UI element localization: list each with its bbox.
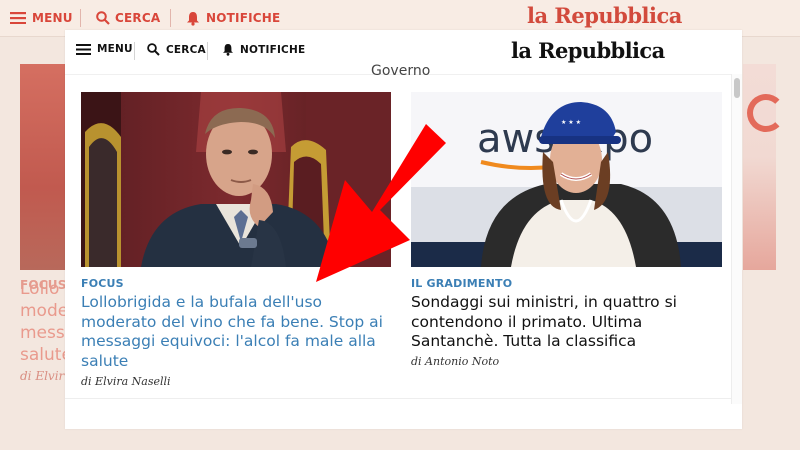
article-1-tag[interactable]: FOCUS <box>81 277 124 290</box>
article-1-photo <box>81 92 391 267</box>
search-button[interactable]: CERCA <box>147 43 206 56</box>
menu-label: MENU <box>97 43 133 55</box>
article-1-image[interactable] <box>81 92 391 267</box>
bell-icon <box>223 44 233 56</box>
header-separator <box>207 42 208 60</box>
bg-separator <box>170 9 171 27</box>
bg-left-title-line: salute <box>20 345 66 365</box>
article-2-title[interactable]: Sondaggi sui ministri, in quattro si con… <box>411 293 711 352</box>
article-1-author: di Elvira Naselli <box>81 375 171 388</box>
article-2-author: di Antonio Noto <box>411 355 500 368</box>
search-label: CERCA <box>166 43 206 56</box>
bg-separator <box>80 9 81 27</box>
bg-left-title-line: mode <box>20 301 66 321</box>
search-icon <box>147 43 160 56</box>
divider <box>65 398 742 399</box>
bg-left-image <box>20 64 68 270</box>
bg-left-tag: FOCUS <box>20 278 66 292</box>
scrollbar-thumb[interactable] <box>734 78 740 98</box>
bg-left-article: FOCUS Lollo mode messa salute di Elvir <box>20 278 66 383</box>
bg-search-label: CERCA <box>115 11 161 25</box>
article-1-title[interactable]: Lollobrigida e la bufala dell'uso modera… <box>81 293 387 371</box>
bg-right-image <box>743 64 785 270</box>
bg-notifications-button: NOTIFICHE <box>186 8 280 28</box>
scrollbar[interactable] <box>731 74 742 404</box>
site-logo[interactable]: la Repubblica <box>511 38 665 63</box>
bg-notifications-label: NOTIFICHE <box>206 11 281 25</box>
hamburger-icon <box>10 12 26 24</box>
bg-menu-label: MENU <box>32 11 73 25</box>
bg-left-title-line: messa <box>20 323 66 343</box>
bg-logo: la Repubblica <box>527 3 682 28</box>
bg-left-author: di Elvir <box>20 369 65 383</box>
header-separator <box>134 42 135 60</box>
svg-text:★ ★ ★: ★ ★ ★ <box>561 119 581 126</box>
article-2-image[interactable]: awsaxpo ★ ★ ★ <box>411 92 722 267</box>
notifications-button[interactable]: NOTIFICHE <box>222 43 305 56</box>
notifications-label: NOTIFICHE <box>240 43 306 56</box>
bg-menu-button: MENU <box>10 8 73 28</box>
search-icon <box>96 11 110 25</box>
bg-search-button: CERCA <box>96 8 160 28</box>
article-2-tag[interactable]: IL GRADIMENTO <box>411 277 512 290</box>
article-overlay: MENU CERCA NOTIFICHE la Repubblica Gover… <box>65 30 742 429</box>
hamburger-icon <box>76 43 91 55</box>
article-2-photo: awsaxpo ★ ★ ★ <box>411 92 722 267</box>
menu-button[interactable]: MENU <box>76 43 133 55</box>
bell-icon <box>187 11 199 26</box>
section-title: Governo <box>371 63 431 79</box>
